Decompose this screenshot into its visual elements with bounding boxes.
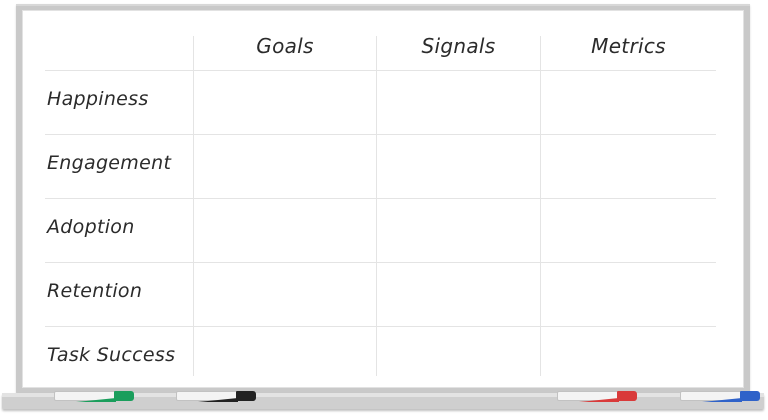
row-label-happiness: Happiness [47,88,149,110]
row-divider [45,326,716,327]
row-divider [45,198,716,199]
whiteboard [16,4,750,394]
column-divider [193,36,194,376]
column-divider [376,36,377,376]
red-marker[interactable] [557,391,637,402]
row-label-engagement: Engagement [47,152,172,174]
black-marker[interactable] [176,391,256,402]
row-divider [45,262,716,263]
column-header-metrics: Metrics [591,34,666,58]
row-label-retention: Retention [47,280,143,302]
green-marker[interactable] [54,391,134,402]
whiteboard-scene: Goals Signals Metrics Happiness Engageme… [0,0,768,420]
row-divider [45,70,716,71]
row-label-task-success: Task Success [47,344,176,366]
column-divider [540,36,541,376]
column-header-signals: Signals [421,34,496,58]
row-divider [45,134,716,135]
blue-marker[interactable] [680,391,760,402]
row-label-adoption: Adoption [47,216,135,238]
column-header-goals: Goals [256,34,314,58]
